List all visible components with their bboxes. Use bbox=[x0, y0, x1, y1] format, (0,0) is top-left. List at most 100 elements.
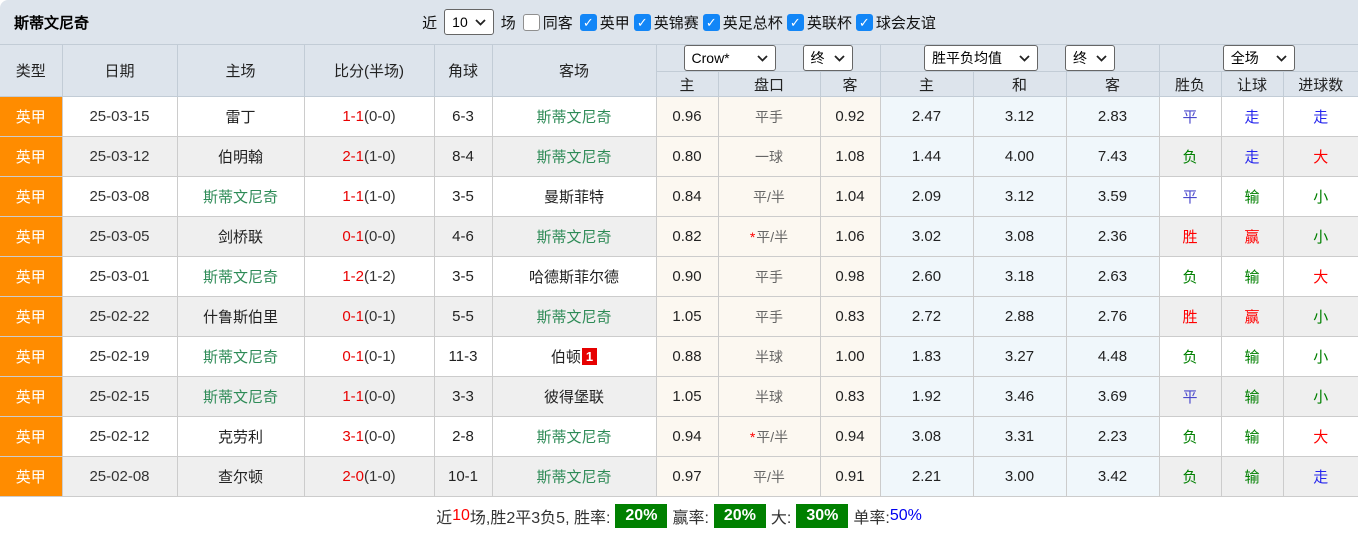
cell-away-team[interactable]: 哈德斯菲尔德 bbox=[492, 257, 656, 297]
cell-away-team[interactable]: 斯蒂文尼奇 bbox=[492, 457, 656, 497]
cell-result-goals: 大 bbox=[1283, 137, 1358, 177]
cell-score: 3-1(0-0) bbox=[304, 417, 434, 457]
cell-away-team[interactable]: 彼得堡联 bbox=[492, 377, 656, 417]
checkbox-checked-icon[interactable]: ✓ bbox=[703, 14, 720, 31]
match-row: 英甲25-03-15雷丁1-1(0-0)6-3斯蒂文尼奇0.96平手0.922.… bbox=[0, 97, 1358, 137]
checkbox-checked-icon[interactable]: ✓ bbox=[634, 14, 651, 31]
cell-result-goals: 小 bbox=[1283, 297, 1358, 337]
recent-count-value: 10 bbox=[452, 14, 468, 30]
cell-away-team[interactable]: 斯蒂文尼奇 bbox=[492, 137, 656, 177]
cell-ah-home-odds: 0.97 bbox=[656, 457, 718, 497]
cell-ah-home-odds: 0.84 bbox=[656, 177, 718, 217]
cell-ah-line: 平手 bbox=[718, 257, 820, 297]
league-filter-4[interactable]: ✓英联杯 bbox=[787, 12, 852, 33]
checkbox-checked-icon[interactable]: ✓ bbox=[787, 14, 804, 31]
cell-home-team[interactable]: 查尔顿 bbox=[177, 457, 304, 497]
league-filter-1[interactable]: ✓英甲 bbox=[580, 12, 630, 33]
cell-1x2-home: 3.02 bbox=[880, 217, 973, 257]
match-row: 英甲25-03-05剑桥联0-1(0-0)4-6斯蒂文尼奇0.82*平/半1.0… bbox=[0, 217, 1358, 257]
cell-home-team[interactable]: 斯蒂文尼奇 bbox=[177, 337, 304, 377]
checkbox-checked-icon[interactable]: ✓ bbox=[580, 14, 597, 31]
cell-ah-away-odds: 1.04 bbox=[820, 177, 880, 217]
cell-date: 25-02-15 bbox=[62, 377, 177, 417]
cell-away-team[interactable]: 曼斯菲特 bbox=[492, 177, 656, 217]
cell-ah-home-odds: 0.90 bbox=[656, 257, 718, 297]
cell-result-wdl: 负 bbox=[1159, 417, 1221, 457]
eu-time-select[interactable]: 终 bbox=[1065, 45, 1115, 71]
big-rate-badge: 30% bbox=[796, 504, 848, 528]
cell-1x2-away: 3.69 bbox=[1066, 377, 1159, 417]
single-rate-value: 50% bbox=[890, 507, 922, 525]
checkbox-unchecked-icon[interactable] bbox=[523, 14, 540, 31]
cell-1x2-away: 7.43 bbox=[1066, 137, 1159, 177]
cell-ah-home-odds: 0.80 bbox=[656, 137, 718, 177]
footer-near-label: 近 bbox=[436, 504, 452, 528]
cell-1x2-draw: 3.12 bbox=[973, 97, 1066, 137]
cell-1x2-draw: 4.00 bbox=[973, 137, 1066, 177]
cell-corners: 3-5 bbox=[434, 257, 492, 297]
single-label: 单率: bbox=[853, 504, 889, 528]
recent-count-select[interactable]: 10 bbox=[444, 9, 494, 35]
cell-1x2-away: 2.23 bbox=[1066, 417, 1159, 457]
chevron-down-icon bbox=[834, 55, 845, 62]
cell-ah-home-odds: 1.05 bbox=[656, 297, 718, 337]
col-result-wdl: 胜负 bbox=[1159, 72, 1221, 97]
cell-ah-home-odds: 1.05 bbox=[656, 377, 718, 417]
cell-away-team[interactable]: 斯蒂文尼奇 bbox=[492, 297, 656, 337]
col-ah-line: 盘口 bbox=[718, 72, 820, 97]
col-type: 类型 bbox=[0, 45, 62, 97]
eu-odds-header: 胜平负均值 终 bbox=[880, 45, 1159, 72]
col-1x2-away: 客 bbox=[1066, 72, 1159, 97]
league-filter-2[interactable]: ✓英锦赛 bbox=[634, 12, 699, 33]
league-filter-3[interactable]: ✓英足总杯 bbox=[703, 12, 783, 33]
same-away-label: 同客 bbox=[543, 12, 573, 33]
cell-score: 0-1(0-1) bbox=[304, 337, 434, 377]
checkbox-checked-icon[interactable]: ✓ bbox=[856, 14, 873, 31]
bookmaker-select[interactable]: Crow* bbox=[684, 45, 776, 71]
cell-ah-line: *平/半 bbox=[718, 217, 820, 257]
league-filter-5[interactable]: ✓球会友谊 bbox=[856, 12, 936, 33]
cell-home-team[interactable]: 克劳利 bbox=[177, 417, 304, 457]
chevron-down-icon bbox=[1019, 55, 1030, 62]
cell-result-wdl: 负 bbox=[1159, 337, 1221, 377]
red-card-badge: 1 bbox=[582, 348, 597, 365]
cell-away-team[interactable]: 斯蒂文尼奇 bbox=[492, 417, 656, 457]
cell-home-team[interactable]: 伯明翰 bbox=[177, 137, 304, 177]
ah-time-select[interactable]: 终 bbox=[803, 45, 853, 71]
result-header: 全场 bbox=[1159, 45, 1358, 72]
league-filter-label: 球会友谊 bbox=[876, 12, 936, 33]
cell-corners: 3-5 bbox=[434, 177, 492, 217]
win-rate-badge: 20% bbox=[615, 504, 667, 528]
summary-footer: 近10场,胜2平3负5, 胜率: 20% 赢率: 20% 大: 30% 单率:5… bbox=[0, 497, 1358, 535]
cell-away-team[interactable]: 斯蒂文尼奇 bbox=[492, 97, 656, 137]
cell-home-team[interactable]: 斯蒂文尼奇 bbox=[177, 257, 304, 297]
cell-score: 1-1(0-0) bbox=[304, 377, 434, 417]
odds-type-value: 胜平负均值 bbox=[932, 48, 1002, 68]
cell-ah-line: 平/半 bbox=[718, 177, 820, 217]
cell-home-team[interactable]: 雷丁 bbox=[177, 97, 304, 137]
near-label: 近 bbox=[422, 12, 437, 33]
odds-type-select[interactable]: 胜平负均值 bbox=[924, 45, 1038, 71]
cell-ah-home-odds: 0.82 bbox=[656, 217, 718, 257]
cell-ah-away-odds: 0.94 bbox=[820, 417, 880, 457]
cell-result-wdl: 负 bbox=[1159, 137, 1221, 177]
chevron-down-icon bbox=[1276, 55, 1287, 62]
cell-1x2-home: 2.60 bbox=[880, 257, 973, 297]
cell-result-goals: 走 bbox=[1283, 457, 1358, 497]
cell-1x2-away: 3.42 bbox=[1066, 457, 1159, 497]
cell-home-team[interactable]: 什鲁斯伯里 bbox=[177, 297, 304, 337]
cell-league-type: 英甲 bbox=[0, 217, 62, 257]
cell-league-type: 英甲 bbox=[0, 257, 62, 297]
cell-corners: 3-3 bbox=[434, 377, 492, 417]
cell-home-team[interactable]: 斯蒂文尼奇 bbox=[177, 377, 304, 417]
cell-home-team[interactable]: 斯蒂文尼奇 bbox=[177, 177, 304, 217]
period-select[interactable]: 全场 bbox=[1223, 45, 1295, 71]
cell-result-goals: 小 bbox=[1283, 177, 1358, 217]
cell-1x2-draw: 3.12 bbox=[973, 177, 1066, 217]
cell-home-team[interactable]: 剑桥联 bbox=[177, 217, 304, 257]
col-corners: 角球 bbox=[434, 45, 492, 97]
cell-away-team[interactable]: 斯蒂文尼奇 bbox=[492, 217, 656, 257]
cell-away-team[interactable]: 伯顿1 bbox=[492, 337, 656, 377]
cell-date: 25-02-19 bbox=[62, 337, 177, 377]
same-away-filter[interactable]: 同客 bbox=[523, 12, 573, 33]
